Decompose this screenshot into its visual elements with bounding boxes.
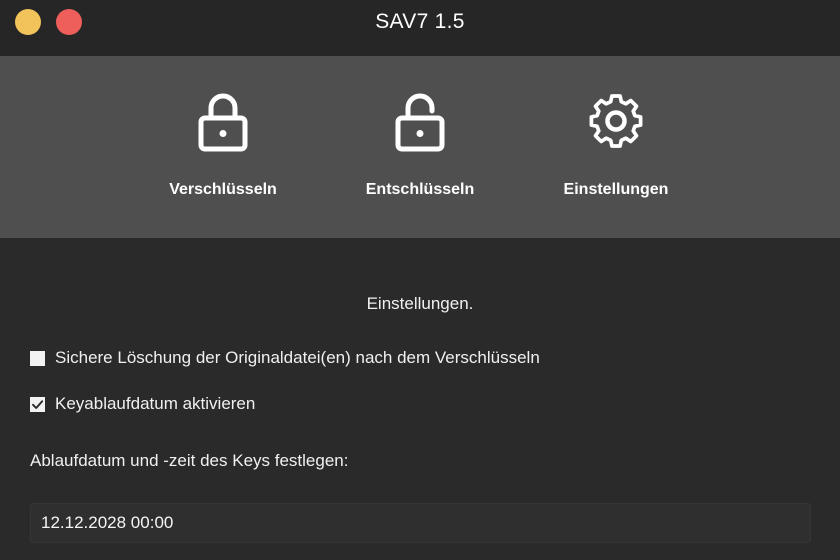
window-title: SAV7 1.5: [375, 10, 465, 33]
page-title: Einstellungen.: [366, 294, 474, 313]
settings-tab-label: Einstellungen: [563, 181, 669, 198]
lock-open-icon: [330, 88, 510, 154]
secure-delete-checkbox[interactable]: [30, 350, 45, 366]
secure-delete-label: Sichere Löschung der Originaldatei(en) n…: [55, 348, 540, 367]
key-expiry-label: Keyablaufdatum aktivieren: [55, 394, 256, 413]
encrypt-tab[interactable]: Verschlüsseln: [133, 56, 313, 238]
title-bar: SAV7 1.5: [0, 0, 840, 56]
expiry-date-value: 12.12.2028 00:00: [41, 513, 174, 532]
decrypt-tab[interactable]: Entschlüsseln: [330, 56, 510, 238]
checkmark-icon: [32, 399, 44, 409]
lock-closed-icon: [133, 88, 313, 154]
key-expiry-option[interactable]: Keyablaufdatum aktivieren: [30, 394, 255, 414]
secure-delete-option[interactable]: Sichere Löschung der Originaldatei(en) n…: [30, 348, 540, 368]
expiry-date-label: Ablaufdatum und -zeit des Keys festlegen…: [30, 451, 349, 470]
gear-icon: [526, 88, 706, 154]
settings-tab[interactable]: Einstellungen: [526, 56, 706, 238]
decrypt-tab-label: Entschlüsseln: [365, 181, 475, 198]
encrypt-tab-label: Verschlüsseln: [169, 181, 277, 198]
key-expiry-checkbox[interactable]: [30, 396, 45, 412]
app-window: SAV7 1.5 Verschlüsseln Entschlüsseln Ein…: [0, 0, 840, 560]
main-toolbar: Verschlüsseln Entschlüsseln Einstellunge…: [0, 56, 840, 238]
expiry-date-input[interactable]: 12.12.2028 00:00: [30, 503, 811, 543]
